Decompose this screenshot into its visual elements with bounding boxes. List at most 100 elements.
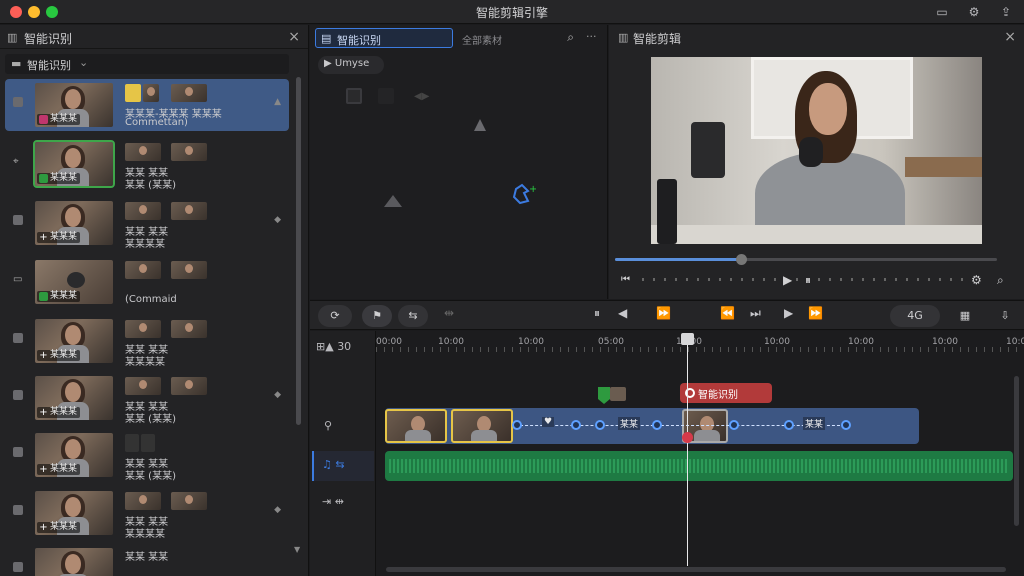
fast-forward-icon[interactable]: ⏩ <box>808 306 823 320</box>
tab-smart-recognition[interactable]: ▤ 智能识别 <box>315 28 453 48</box>
square-icon[interactable] <box>378 88 394 104</box>
pin-icon[interactable]: ▲ <box>274 97 281 107</box>
left-scrollbar[interactable] <box>296 77 301 425</box>
scrubber-handle[interactable] <box>736 254 748 265</box>
keyframe[interactable] <box>784 420 794 430</box>
timeline-ruler[interactable]: 00:00 10:00 10:00 05:00 10:00 10:00 10:0… <box>376 331 1024 353</box>
checkbox-icon[interactable] <box>13 333 23 343</box>
export-icon[interactable]: ⇩ <box>992 305 1018 327</box>
playback-pill[interactable]: ▶ Umyse <box>318 56 384 74</box>
clip-list-item[interactable]: ⌖ 某某某 某某 某某 某某 (某某) <box>5 138 289 191</box>
pause-icon[interactable]: ⏸ <box>594 306 600 321</box>
keyframe[interactable] <box>512 420 522 430</box>
keyframe[interactable] <box>652 420 662 430</box>
timeline: ⊞▲ 30 ⚲ ♫ ⇆ ⇥ ⇹ 00:00 10:00 10:00 05:00 … <box>310 331 1024 576</box>
keyframe[interactable] <box>571 420 581 430</box>
keyframe[interactable] <box>841 420 851 430</box>
sync-icon[interactable]: ⟳ <box>318 305 352 327</box>
audio-track-header[interactable]: ♫ ⇆ <box>312 451 374 481</box>
clip-thumbnail: + 某某某 <box>35 491 113 535</box>
marker-label[interactable]: 智能识别 <box>680 383 772 403</box>
ruler-label: 10:00 <box>438 337 464 347</box>
clip-thumbnail: + 某某某 <box>35 319 113 363</box>
audio-track[interactable] <box>385 451 1013 481</box>
playhead-handle[interactable] <box>681 333 694 345</box>
diamond-icon[interactable]: ◆ <box>274 215 281 225</box>
triangle-icon[interactable] <box>382 193 404 209</box>
layout-icon[interactable]: ▦ <box>952 305 978 327</box>
search-icon[interactable]: ⌕ <box>567 30 574 45</box>
video-clip[interactable] <box>451 409 513 443</box>
scroll-down-icon[interactable]: ▼ <box>294 545 300 554</box>
audio-wave-icon: ♫ ⇆ <box>322 458 345 471</box>
ruler-label: 10:00 <box>764 337 790 347</box>
ruler-label: 10:00 <box>518 337 544 347</box>
folder-selector[interactable]: ▬ 智能识别 ⌄ <box>5 54 289 74</box>
clip-tag: 某某某 <box>37 291 81 302</box>
clip-list-item[interactable]: + 某某某 某某 某某 某某某某 <box>5 315 289 368</box>
checkbox-icon[interactable] <box>13 447 23 457</box>
shelf <box>905 157 982 177</box>
square-icon[interactable] <box>346 88 362 104</box>
clip-list-item[interactable]: 某某某 某某某-某某某 某某某 Commettan) ▲ <box>5 79 289 131</box>
clip-list-item[interactable]: + 某某某 某某 某某 某某某某 ◆ <box>5 487 289 540</box>
blade-tool-icon[interactable]: ⇹ <box>444 306 454 320</box>
diamond-icon[interactable]: ◆ <box>274 505 281 515</box>
folder-label: 智能识别 <box>27 59 71 72</box>
zoom-control[interactable]: 4G <box>890 305 940 327</box>
video-track-icon[interactable]: ⚲ <box>324 419 332 432</box>
green-marker[interactable] <box>596 385 628 405</box>
fast-forward-icon[interactable]: ⏩ <box>656 306 671 320</box>
rewind-icon[interactable]: ⏪ <box>720 306 735 320</box>
clip-list-item[interactable]: 某某 某某 <box>5 544 289 576</box>
library-icon: ▥ <box>7 31 18 44</box>
clip-list-item[interactable]: + 某某某 某某 某某 某某某某 ◆ <box>5 197 289 250</box>
search-input[interactable]: 全部素材 ⌕ <box>458 28 576 48</box>
clip-list-item[interactable]: + 某某某 某某 某某 某某 (某某) ◆ <box>5 372 289 425</box>
ruler-label: 10:00 <box>932 337 958 347</box>
skip-end-icon[interactable]: ⏭ <box>750 306 761 321</box>
triangle-icon[interactable] <box>470 117 490 133</box>
search-icon[interactable]: ⌕ <box>997 273 1004 288</box>
gear-icon[interactable]: ⚙ <box>966 4 982 20</box>
playhead[interactable] <box>687 341 688 566</box>
cursor-add-icon: + <box>512 183 536 205</box>
marker-tool-icon[interactable]: ⚑ <box>362 305 392 327</box>
more-icon[interactable]: ··· <box>586 30 597 43</box>
checkbox-icon[interactable] <box>13 505 23 515</box>
clip-tag: + 某某某 <box>37 232 81 243</box>
play-icon[interactable]: ▶ <box>783 273 792 287</box>
ripple-tool-icon[interactable]: ⇆ <box>398 305 428 327</box>
keyframe[interactable] <box>595 420 605 430</box>
play-icon[interactable]: ▶ <box>784 306 793 320</box>
checkbox-icon[interactable] <box>13 215 23 225</box>
pause-icon[interactable]: ⏸ <box>805 273 811 288</box>
video-preview[interactable] <box>651 57 982 244</box>
timeline-horizontal-scrollbar[interactable] <box>386 567 1006 572</box>
window-icon[interactable]: ▭ <box>934 4 950 20</box>
prev-frame-icon[interactable]: ◀ <box>618 306 627 320</box>
clip-meta-text: 某某 (某某) <box>125 471 176 482</box>
clip-meta-text: 某某某某 <box>125 357 165 368</box>
skip-back-icon[interactable]: ⏮ <box>621 274 630 285</box>
gear-icon[interactable]: ⚙ <box>971 273 982 287</box>
share-icon[interactable]: ⇪ <box>998 4 1014 20</box>
playback-scrubber[interactable] <box>615 254 997 265</box>
checkbox-icon[interactable] <box>13 390 23 400</box>
keyframe[interactable] <box>729 420 739 430</box>
close-icon[interactable]: × <box>288 29 300 45</box>
close-icon[interactable]: × <box>1004 29 1016 45</box>
video-clip[interactable] <box>385 409 447 443</box>
checkbox-icon[interactable] <box>13 562 23 572</box>
clip-thumbnail: 某某某 <box>35 260 113 304</box>
clip-list-item[interactable]: ▭ 某某某 (Commaid <box>5 256 289 308</box>
clip-list-item[interactable]: + 某某某 某某 某某 某某 (某某) <box>5 429 289 482</box>
timeline-vertical-scrollbar[interactable] <box>1014 376 1019 526</box>
clip-thumbnail: + 某某某 <box>35 433 113 477</box>
track-link-icon[interactable]: ⇥ ⇹ <box>322 495 344 508</box>
viewer-icon: ▥ <box>618 31 629 44</box>
arrows-icon[interactable]: ◀▶ <box>414 91 429 102</box>
checkbox-icon[interactable] <box>13 97 23 107</box>
clip-meta-text: 某某 某某 <box>125 552 169 563</box>
diamond-icon[interactable]: ◆ <box>274 390 281 400</box>
